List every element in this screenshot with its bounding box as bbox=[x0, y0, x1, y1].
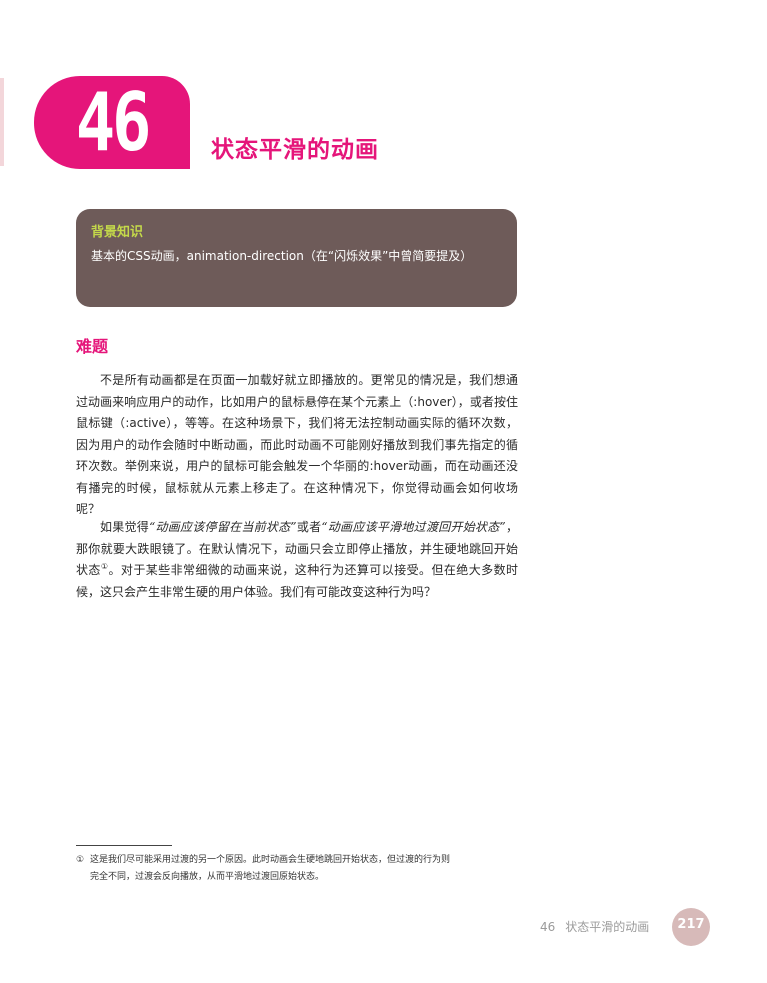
body-paragraph-1: 不是所有动画都是在页面一加载好就立即播放的。更常见的情况是，我们想通过动画来响应… bbox=[76, 373, 518, 516]
footnote-line-2: 完全不同，过渡会反向播放，从而平滑地过渡回原始状态。 bbox=[90, 872, 325, 882]
footnote-line-1: 这是我们尽可能采用过渡的另一个原因。此时动画会生硬地跳回开始状态，但过渡的行为则 bbox=[90, 855, 451, 865]
running-footer: 46 状态平滑的动画 bbox=[540, 918, 649, 935]
footnote-marker: ① bbox=[76, 855, 85, 865]
paragraph-text: 。对于某些非常细微的动画来说，这种行为还算可以接受。但在绝大多数时候，这只会产生… bbox=[76, 563, 519, 599]
footer-chapter-title: 状态平滑的动画 bbox=[565, 920, 650, 934]
background-knowledge-text: 基本的CSS动画，animation-direction（在“闪烁效果”中曾简要… bbox=[91, 249, 473, 263]
footnote-divider bbox=[76, 845, 172, 846]
background-knowledge-title: 背景知识 bbox=[91, 225, 144, 240]
chapter-title: 状态平滑的动画 bbox=[211, 137, 379, 163]
paragraph-text: 或者 bbox=[296, 520, 322, 534]
paragraph-text: 如果觉得 bbox=[100, 520, 150, 534]
section-heading-problem: 难题 bbox=[76, 337, 109, 356]
page-number: 217 bbox=[677, 917, 705, 932]
page-edge-mark bbox=[0, 78, 4, 166]
quote-stay: “动画应该停留在当前状态” bbox=[149, 520, 297, 534]
footnote: ① 这是我们尽可能采用过渡的另一个原因。此时动画会生硬地跳回开始状态，但过渡的行为… bbox=[76, 852, 526, 886]
body-paragraph-2: 如果觉得“动画应该停留在当前状态”或者“动画应该平滑地过渡回开始状态”，那你就要… bbox=[76, 517, 518, 603]
chapter-number: 46 bbox=[75, 76, 152, 169]
footer-chapter-number: 46 bbox=[540, 920, 556, 934]
quote-transition: “动画应该平滑地过渡回开始状态” bbox=[321, 520, 506, 534]
